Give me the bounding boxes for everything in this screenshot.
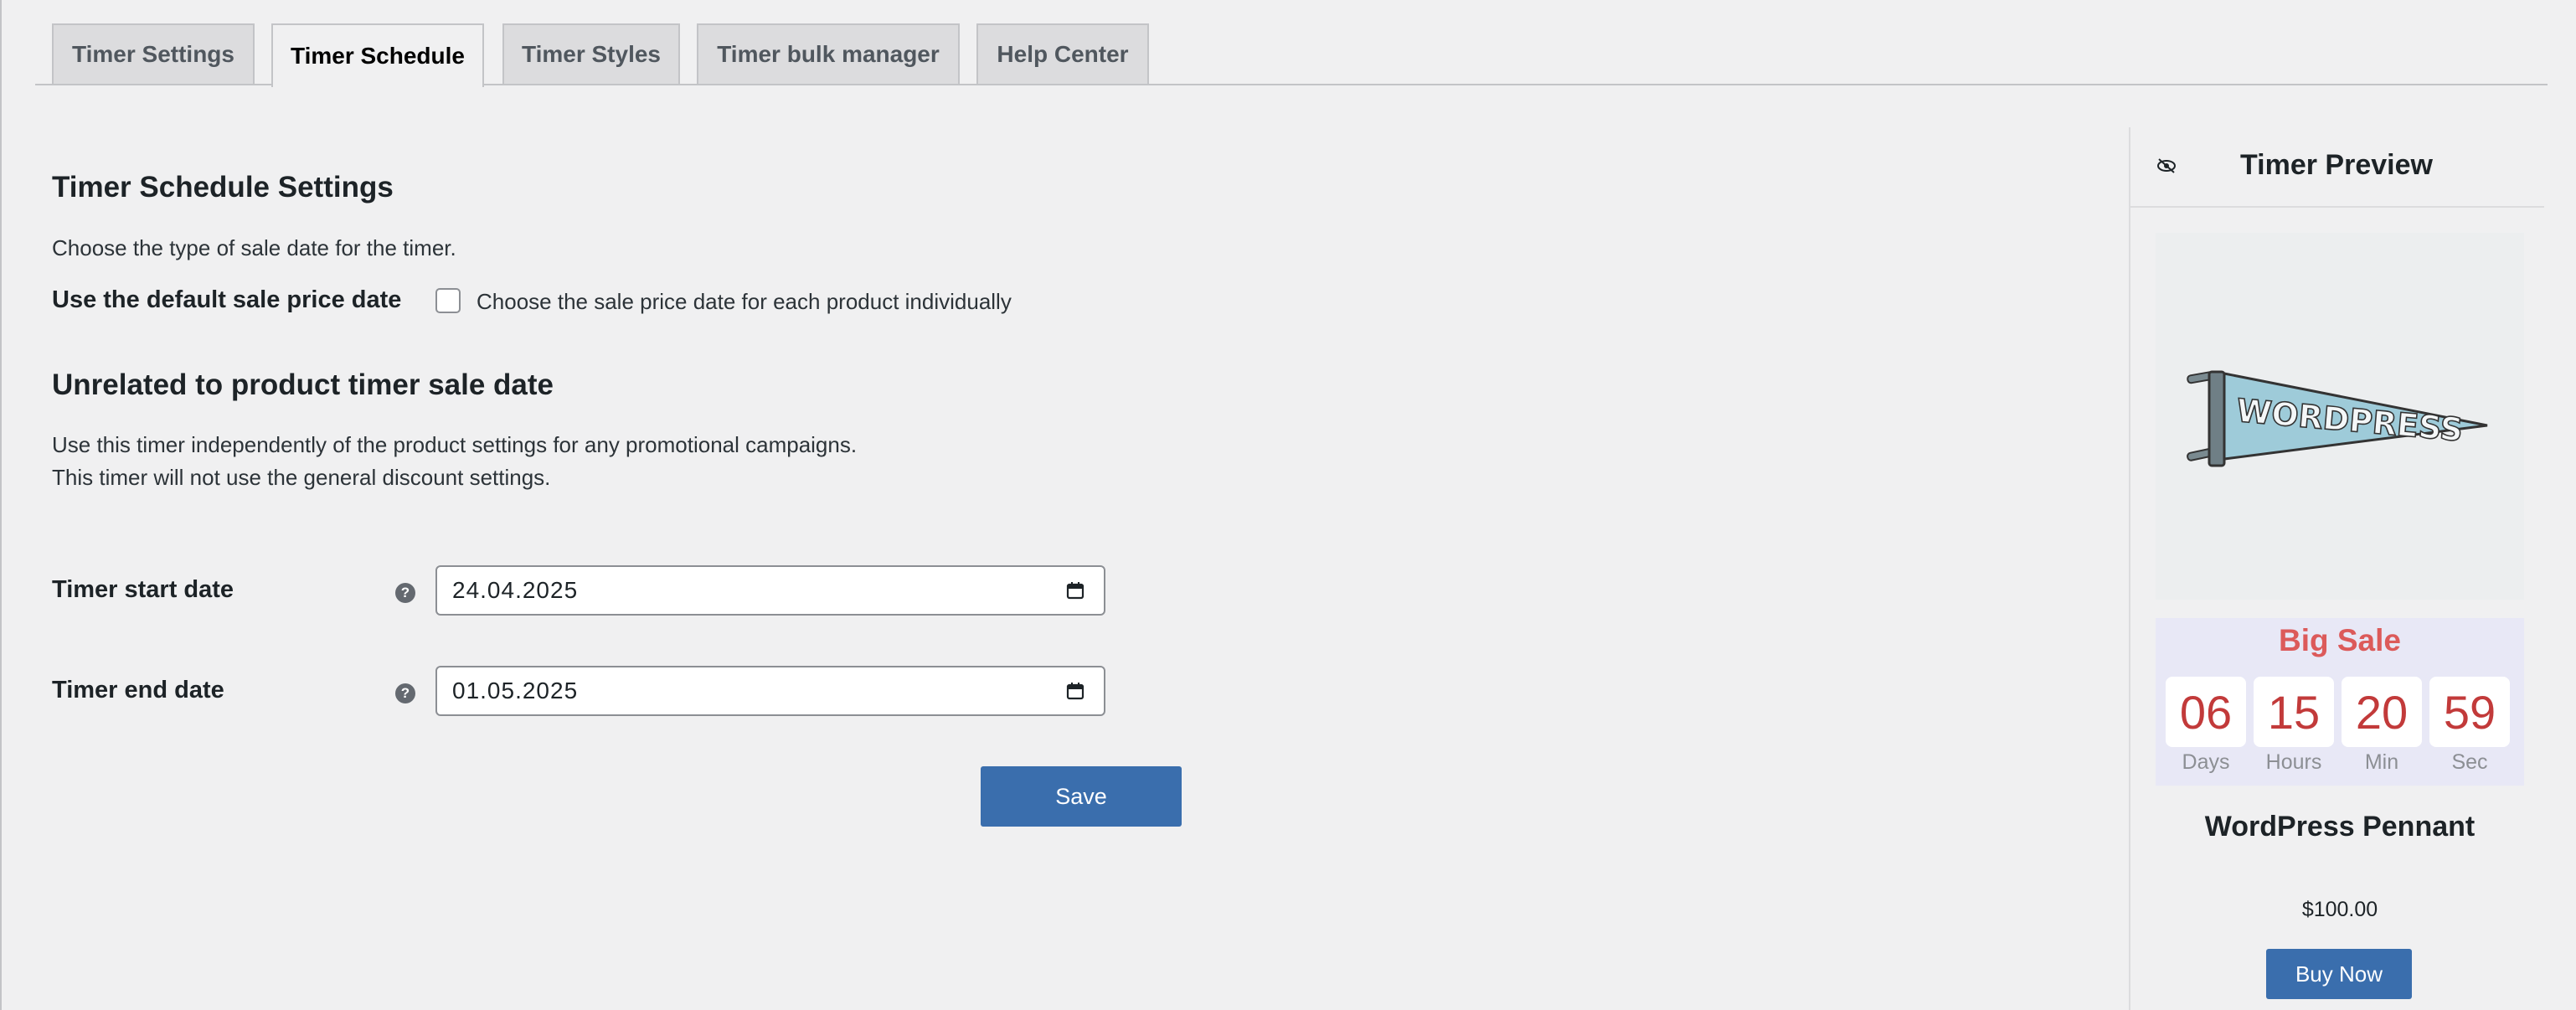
tab-timer-settings[interactable]: Timer Settings bbox=[52, 23, 255, 84]
timer-days-value: 06 bbox=[2166, 677, 2246, 747]
timer-end-date-label: Timer end date bbox=[52, 677, 224, 703]
timer-days-label: Days bbox=[2182, 750, 2230, 774]
individual-date-checkbox[interactable] bbox=[435, 288, 461, 313]
calendar-icon[interactable] bbox=[1065, 681, 1085, 701]
schedule-settings-heading: Timer Schedule Settings bbox=[52, 171, 394, 204]
unrelated-description-line2: This timer will not use the general disc… bbox=[52, 465, 551, 490]
tab-help-center[interactable]: Help Center bbox=[976, 23, 1149, 84]
tab-timer-styles[interactable]: Timer Styles bbox=[502, 23, 680, 84]
timer-sec-value: 59 bbox=[2429, 677, 2510, 747]
buy-now-button[interactable]: Buy Now bbox=[2266, 949, 2412, 999]
eye-slash-icon[interactable] bbox=[2156, 157, 2177, 174]
tab-timer-bulk-manager[interactable]: Timer bulk manager bbox=[697, 23, 960, 84]
product-price: $100.00 bbox=[2301, 898, 2378, 921]
timer-end-date-input[interactable]: 01.05.2025 bbox=[435, 666, 1105, 716]
individual-date-checkbox-label[interactable]: Choose the sale price date for each prod… bbox=[477, 285, 1012, 318]
product-image: WORDPRESS bbox=[2156, 233, 2524, 600]
preview-header-divider bbox=[2129, 206, 2544, 208]
end-date-help-icon[interactable]: ? bbox=[395, 683, 415, 703]
timer-title: Big Sale bbox=[2279, 623, 2401, 657]
pennant-image: WORDPRESS bbox=[2187, 370, 2488, 467]
timer-hours-value: 15 bbox=[2254, 677, 2334, 747]
timer-preview-title: Timer Preview bbox=[2240, 149, 2433, 181]
timer-start-date-input[interactable]: 24.04.2025 bbox=[435, 565, 1105, 616]
save-button[interactable]: Save bbox=[981, 766, 1182, 827]
page-left-border bbox=[0, 0, 2, 1010]
start-date-help-icon[interactable]: ? bbox=[395, 583, 415, 603]
schedule-description: Choose the type of sale date for the tim… bbox=[52, 235, 456, 260]
timer-start-date-label: Timer start date bbox=[52, 576, 234, 603]
unrelated-description-line1: Use this timer independently of the prod… bbox=[52, 432, 858, 457]
timer-sec-label: Sec bbox=[2451, 750, 2488, 774]
timer-hours-label: Hours bbox=[2265, 750, 2322, 774]
timer-min-value: 20 bbox=[2342, 677, 2422, 747]
product-name: WordPress Pennant bbox=[2204, 811, 2476, 843]
timer-start-date-value: 24.04.2025 bbox=[452, 577, 579, 603]
unrelated-heading: Unrelated to product timer sale date bbox=[52, 368, 554, 401]
calendar-icon[interactable] bbox=[1065, 580, 1085, 600]
tab-timer-schedule[interactable]: Timer Schedule bbox=[271, 23, 484, 87]
timer-end-date-value: 01.05.2025 bbox=[452, 678, 579, 703]
default-sale-date-label: Use the default sale price date bbox=[52, 286, 402, 313]
timer-min-label: Min bbox=[2364, 750, 2399, 774]
